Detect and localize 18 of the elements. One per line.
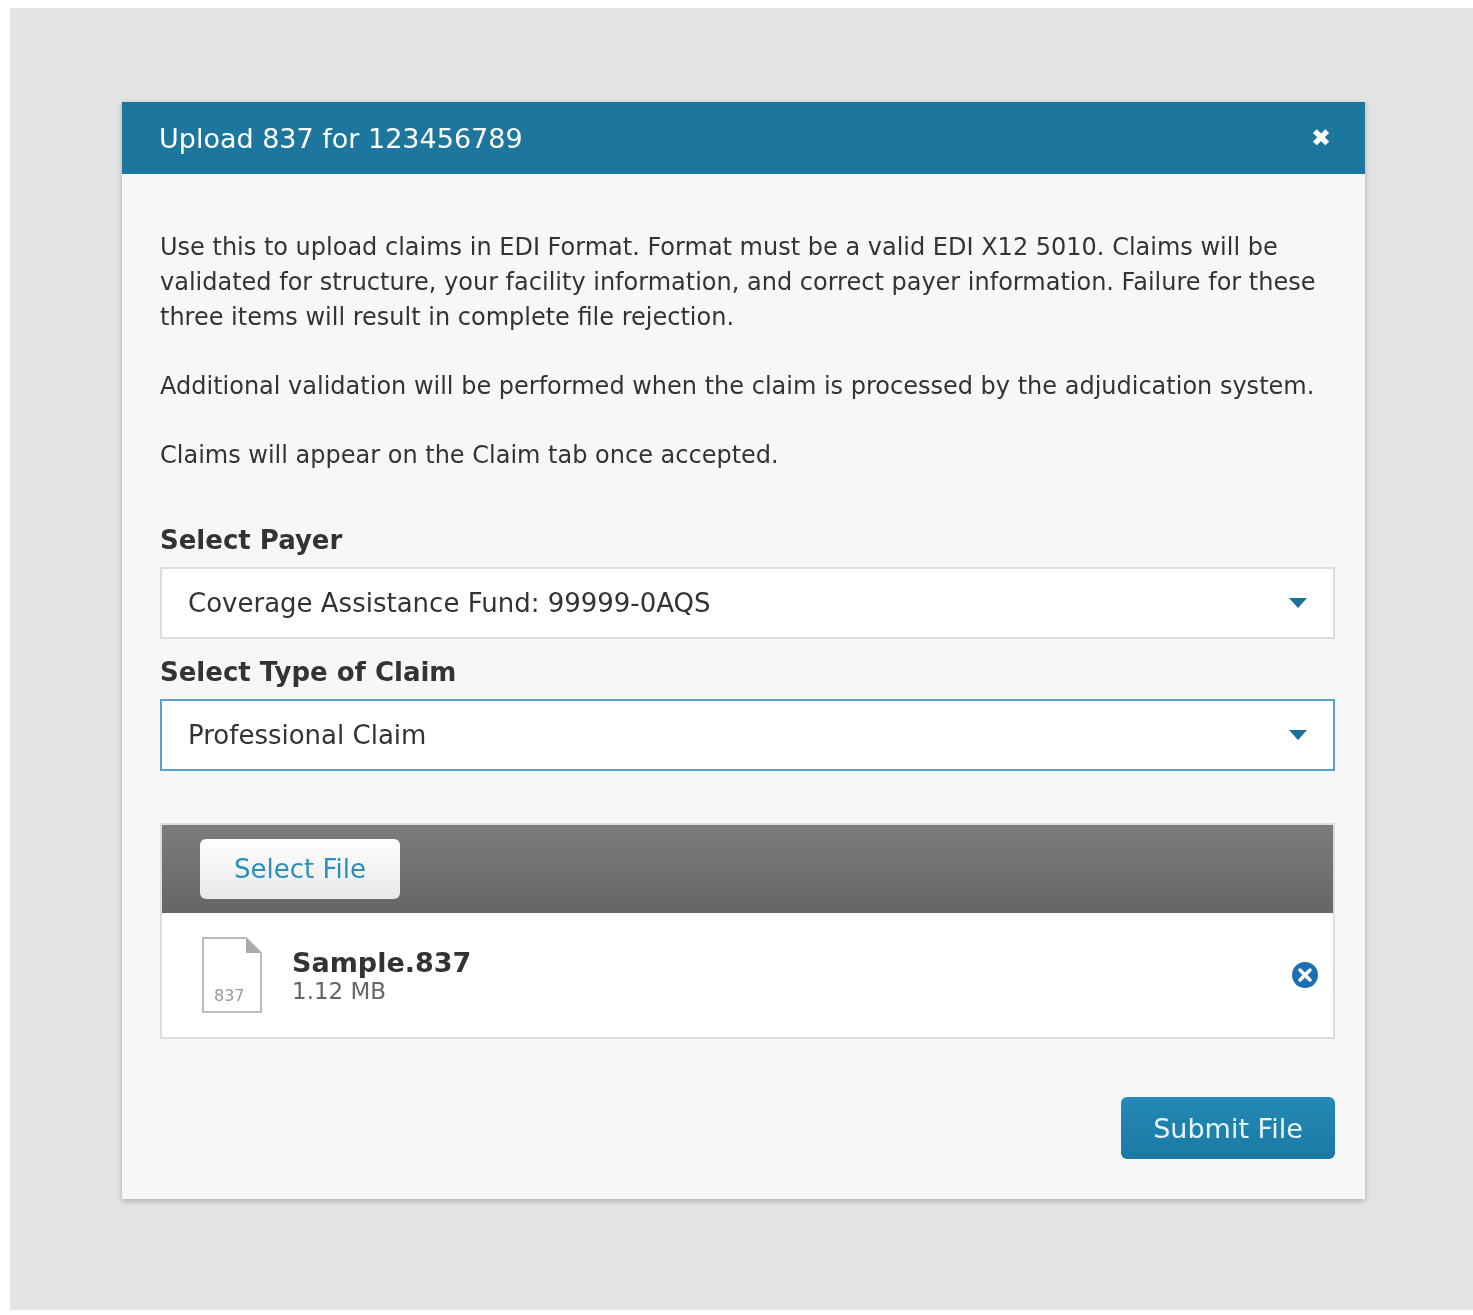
dropdown-field[interactable]: Coverage Assistance Fund: 99999-0AQS	[160, 567, 1335, 639]
dialog-title: Upload 837 for 123456789	[159, 122, 523, 154]
instruction-text: Additional validation will be performed when the claim is processed by the adjudication system.	[160, 371, 1316, 402]
instruction-text: Use this to upload claims in EDI Format. Format must be a valid EDI X12 5010. Claims will be validated for structure, your facility information, and correct payer information. Failure for these three items will result in complete file rejection.	[160, 232, 1317, 333]
field-label: Select Payer	[160, 525, 344, 555]
remove-icon[interactable]	[1291, 961, 1319, 989]
file-size: 1.12 MB	[292, 977, 387, 1004]
file-type-label: 837	[214, 986, 245, 1005]
file-icon	[202, 937, 262, 1013]
caret-icon	[1289, 730, 1307, 740]
file-name: Sample.837	[292, 946, 473, 978]
caret-icon	[1289, 598, 1307, 608]
instruction-text: Claims will appear on the Claim tab once accepted.	[160, 440, 780, 471]
dropdown-field[interactable]: Professional Claim	[160, 699, 1335, 771]
select-file-button[interactable]: Select File	[200, 839, 400, 899]
close-button[interactable]: ✖	[1311, 124, 1331, 152]
field-label: Select Type of Claim	[160, 657, 458, 687]
submit-file-button[interactable]: Submit File	[1121, 1097, 1335, 1159]
